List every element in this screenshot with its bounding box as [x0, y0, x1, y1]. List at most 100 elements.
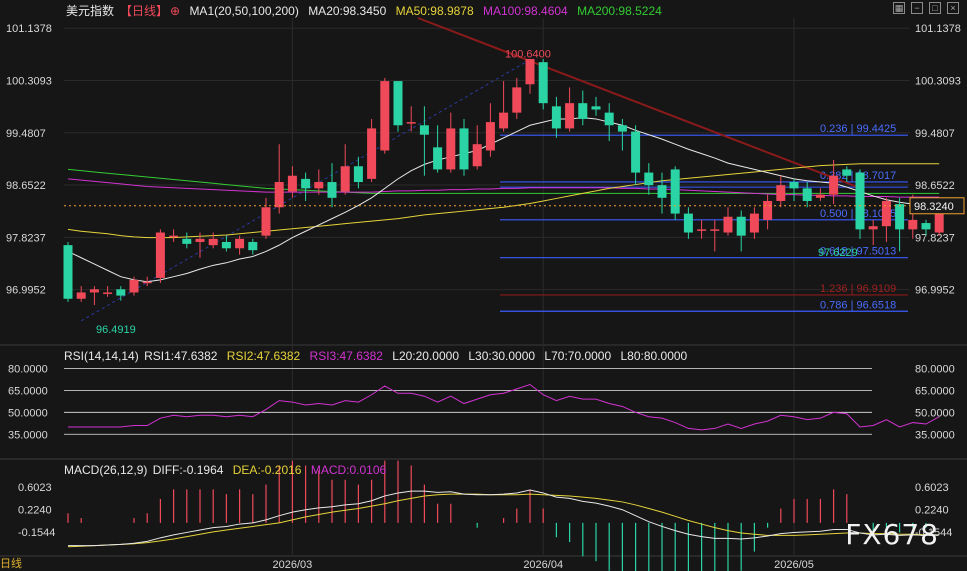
x-tick-label: 2026/04	[523, 559, 563, 571]
candle-body	[763, 200, 773, 220]
candle-body	[327, 182, 337, 198]
candle-body	[287, 175, 297, 192]
ma-params[interactable]: MA1(20,50,100,200)	[189, 4, 298, 18]
watermark: FX678	[845, 518, 939, 551]
rsi-params[interactable]: RSI(14,14,14)	[64, 349, 139, 363]
rsi3-value: RSI3:47.6382	[309, 349, 383, 363]
candle-body	[367, 128, 377, 179]
rsi-tick-left: 35.0000	[8, 429, 48, 441]
l20-value: L20:20.0000	[392, 349, 459, 363]
price-tick-right: 96.9952	[915, 285, 955, 297]
low-annotation: 96.4919	[96, 324, 136, 336]
macd-diff-line	[68, 489, 940, 547]
candle-body	[657, 185, 667, 198]
price-tick-right: 100.3093	[915, 76, 961, 88]
fib-level-label: 0.786 | 96.6518	[820, 299, 896, 311]
candle-body	[525, 59, 535, 85]
x-tick-label: 2026/03	[273, 559, 313, 571]
candle-body	[63, 245, 73, 299]
candle-body	[565, 103, 575, 129]
fib-level-label: 0.236 | 99.4425	[820, 123, 896, 135]
rsi-tick-right: 65.0000	[915, 385, 955, 397]
candle-body	[446, 128, 456, 170]
restore-icon[interactable]: □	[929, 2, 941, 14]
candle-body	[631, 131, 641, 173]
price-tick-left: 101.1378	[6, 23, 52, 35]
price-tick-right: 99.4807	[915, 128, 955, 140]
candle-body	[235, 238, 245, 249]
macd-tick-right: 0.2240	[915, 504, 949, 516]
rsi-tick-right: 50.0000	[915, 407, 955, 419]
price-tick-left: 98.6522	[6, 180, 46, 192]
rsi1-value: RSI1:47.6382	[144, 349, 218, 363]
minimize-icon[interactable]: −	[911, 2, 923, 14]
period-label[interactable]: 【日线】	[120, 4, 168, 18]
candle-body	[301, 178, 311, 189]
candle-body	[314, 182, 324, 189]
candle-body	[670, 169, 680, 214]
candle-body	[182, 238, 192, 244]
rsi-header: RSI(14,14,14) RSI1:47.6382 RSI2:47.6382 …	[64, 349, 693, 363]
candle-body	[485, 122, 495, 151]
rsi-tick-left: 80.0000	[8, 363, 48, 375]
candle-body	[248, 241, 258, 251]
ma20-value: MA20:98.3450	[308, 4, 387, 18]
price-chart[interactable]: 101.1378 101.1378 100.3093 100.3093 99.4807 9…	[0, 0, 967, 571]
candle-body	[221, 241, 231, 249]
close-icon[interactable]: ×	[947, 2, 959, 14]
candle-body	[855, 172, 865, 230]
candle-body	[393, 81, 403, 126]
candle-body	[644, 172, 654, 186]
candle-body	[499, 112, 509, 129]
grid-icon[interactable]: ▦	[893, 2, 905, 14]
candle-body	[829, 175, 839, 195]
macd-value: MACD:0.0106	[310, 463, 387, 477]
candle-body	[921, 223, 931, 230]
price-tick-left: 96.9952	[6, 285, 46, 297]
rsi-tick-right: 35.0000	[915, 429, 955, 441]
fib-level-label: 1.236 | 96.9109	[820, 283, 896, 295]
main-header: 美元指数 【日线】 ⊕ MA1(20,50,100,200) MA20:98.345…	[66, 2, 668, 19]
rsi-tick-left: 65.0000	[8, 385, 48, 397]
candle-body	[683, 213, 693, 233]
macd-params[interactable]: MACD(26,12,9)	[64, 463, 147, 477]
candle-body	[578, 103, 588, 119]
candle-body	[142, 281, 152, 284]
diff-value: DIFF:-0.1964	[152, 463, 224, 477]
candle-body	[89, 289, 99, 293]
candle-body	[512, 87, 522, 113]
candle-body	[736, 216, 746, 236]
macd-tick-left: 0.2240	[18, 504, 52, 516]
candle-body	[617, 125, 627, 132]
candle-body	[169, 235, 179, 238]
rsi-line	[68, 383, 940, 431]
period-badge[interactable]: 日线	[0, 555, 22, 571]
candle-body	[789, 182, 799, 189]
candle-body	[459, 128, 469, 170]
candle-body	[842, 169, 852, 176]
candle-body	[908, 219, 918, 230]
candle-body	[723, 216, 733, 233]
candle-body	[261, 207, 271, 236]
candle-body	[103, 292, 113, 294]
price-tick-right: 97.8237	[915, 232, 955, 244]
macd-tick-left: -0.1544	[18, 527, 55, 539]
high-annotation: 100.6400	[505, 49, 551, 61]
price-tick-left: 100.3093	[6, 76, 52, 88]
macd-header: MACD(26,12,9) DIFF:-0.1964 DEA:-0.2016 M…	[64, 463, 392, 477]
candle-body	[697, 229, 707, 231]
candle-body	[710, 229, 720, 231]
candle-body	[195, 238, 205, 242]
ma200-value: MA200:98.5224	[577, 4, 662, 18]
x-tick-label: 2026/05	[774, 559, 814, 571]
candle-body	[538, 62, 548, 104]
price-tick-right: 101.1378	[915, 23, 961, 35]
instrument-title: 美元指数	[66, 4, 115, 18]
price-tick-left: 99.4807	[6, 128, 46, 140]
settings-icon[interactable]: ⊕	[170, 4, 180, 18]
ma50-value: MA50:98.9878	[395, 4, 474, 18]
candle-body	[380, 81, 390, 151]
candle-body	[815, 194, 825, 198]
candle-body	[895, 204, 905, 230]
rsi-tick-left: 50.0000	[8, 407, 48, 419]
